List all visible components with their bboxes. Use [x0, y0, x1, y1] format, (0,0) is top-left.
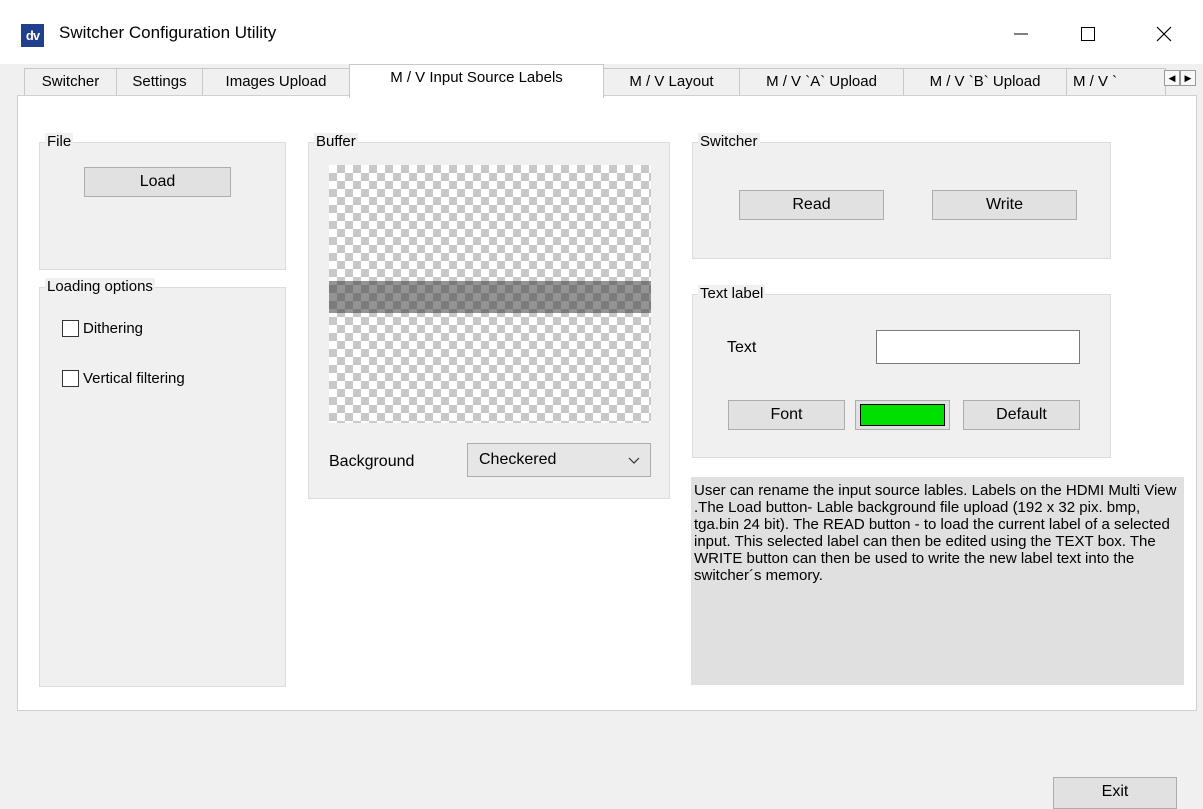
buffer-group-title: Buffer — [314, 133, 358, 151]
tab-settings[interactable]: Settings — [116, 68, 203, 96]
minimize-icon — [1014, 33, 1028, 35]
triangle-left-icon: ◀ — [1168, 73, 1176, 83]
default-button[interactable]: Default — [963, 400, 1080, 430]
tab-mv-more[interactable]: M / V ` — [1066, 68, 1166, 96]
vertical-filtering-label: Vertical filtering — [83, 370, 185, 387]
buffer-preview — [329, 165, 651, 423]
tab-input-source-labels[interactable]: M / V Input Source Labels — [349, 64, 604, 98]
background-select-value: Checkered — [479, 451, 557, 468]
close-window-button[interactable] — [1141, 16, 1187, 52]
read-button[interactable]: Read — [739, 190, 884, 220]
loading-options-title: Loading options — [45, 278, 155, 296]
tab-mv-layout[interactable]: M / V Layout — [603, 68, 740, 96]
label-text-input[interactable] — [876, 330, 1080, 364]
tab-mv-a-upload[interactable]: M / V `A` Upload — [739, 68, 904, 96]
text-field-label: Text — [727, 339, 757, 356]
file-group-title: File — [45, 133, 74, 151]
tab-scroll-right-button[interactable]: ▶ — [1180, 70, 1196, 86]
switcher-group-title: Switcher — [698, 133, 760, 151]
tab-scroll-left-button[interactable]: ◀ — [1164, 70, 1180, 86]
background-select[interactable]: Checkered — [467, 443, 651, 477]
close-icon — [1156, 26, 1172, 42]
checkbox-icon — [62, 320, 79, 337]
title-bar: dv Switcher Configuration Utility — [0, 0, 1203, 64]
checkbox-icon — [62, 370, 79, 387]
tab-label: M / V ` — [1073, 73, 1118, 90]
minimize-button[interactable] — [998, 16, 1044, 52]
tab-strip: Switcher Settings Images Upload M / V In… — [17, 64, 1203, 98]
write-button[interactable]: Write — [932, 190, 1077, 220]
tab-label: Switcher — [41, 73, 100, 90]
app-logo-icon: dv — [21, 24, 44, 47]
color-swatch — [860, 404, 945, 426]
vertical-filtering-checkbox[interactable]: Vertical filtering — [62, 370, 185, 387]
tab-label: Settings — [132, 73, 187, 90]
switcher-group: Switcher Read Write — [692, 133, 1111, 259]
tab-switcher[interactable]: Switcher — [24, 68, 117, 96]
file-group: File Load — [39, 133, 286, 270]
tab-images-upload[interactable]: Images Upload — [202, 68, 350, 96]
text-label-group-title: Text label — [698, 285, 766, 303]
dithering-label: Dithering — [83, 320, 144, 337]
maximize-icon — [1081, 27, 1095, 41]
load-button[interactable]: Load — [84, 167, 231, 197]
tab-label: M / V `B` Upload — [929, 73, 1041, 90]
tab-label: M / V `A` Upload — [766, 73, 877, 90]
buffer-group: Buffer Background Checkered — [308, 133, 670, 499]
dithering-checkbox[interactable]: Dithering — [62, 320, 143, 337]
color-button[interactable] — [855, 400, 950, 430]
loading-options-group: Loading options Dithering Vertical filte… — [39, 278, 286, 687]
help-description: User can rename the input source lables.… — [691, 477, 1184, 685]
app-logo-text: dv — [25, 28, 40, 43]
maximize-button[interactable] — [1065, 16, 1111, 52]
tab-mv-b-upload[interactable]: M / V `B` Upload — [903, 68, 1067, 96]
tab-label: Images Upload — [225, 73, 327, 90]
triangle-right-icon: ▶ — [1184, 73, 1192, 83]
label-preview-strip — [329, 281, 651, 313]
tab-label: M / V Layout — [629, 73, 714, 90]
background-label: Background — [329, 453, 415, 470]
tab-label: M / V Input Source Labels — [390, 69, 563, 86]
font-button[interactable]: Font — [728, 400, 845, 430]
exit-button[interactable]: Exit — [1053, 777, 1177, 809]
text-label-group: Text label Text Font Default — [692, 285, 1111, 458]
window-title: Switcher Configuration Utility — [59, 23, 277, 42]
chevron-down-icon — [628, 457, 640, 464]
